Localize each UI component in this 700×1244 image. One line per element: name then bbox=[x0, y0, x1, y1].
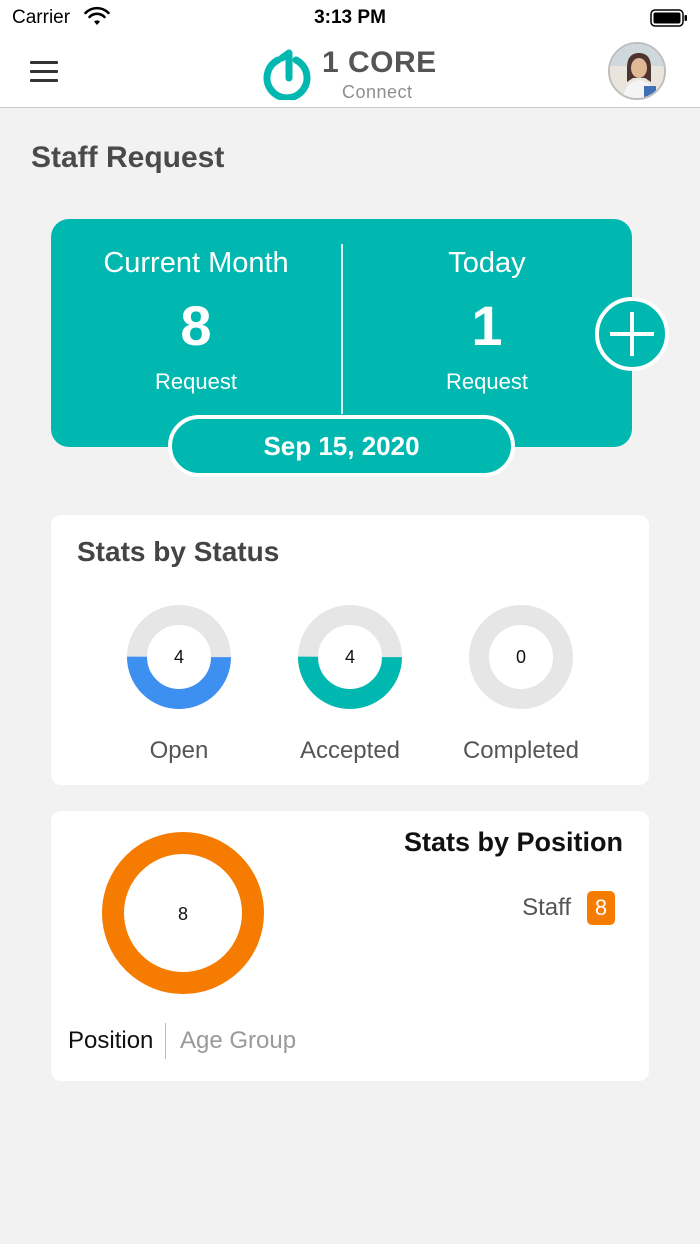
current-month-label: Current Month bbox=[103, 247, 289, 279]
clock: 3:13 PM bbox=[314, 7, 386, 28]
add-request-plus-icon[interactable] bbox=[595, 297, 669, 371]
open-status-label: Open bbox=[149, 737, 209, 764]
status-bar: Carrier 3:13 PM bbox=[0, 0, 700, 36]
today-sublabel: Request bbox=[446, 369, 528, 394]
open-status-donut: 4 bbox=[127, 605, 231, 709]
today-summary: Today 1 Request bbox=[342, 219, 632, 447]
current-month-count: 8 bbox=[180, 294, 212, 357]
completed-status-label: Completed bbox=[462, 737, 580, 764]
logo-title: 1 CORE bbox=[322, 46, 437, 79]
avatar-portrait-icon bbox=[610, 44, 664, 98]
accepted-status-value: 4 bbox=[345, 647, 355, 667]
accepted-status-donut: 4 bbox=[298, 605, 402, 709]
open-status-value: 4 bbox=[174, 647, 184, 667]
date-selector-button[interactable]: Sep 15, 2020 bbox=[168, 415, 515, 477]
tab-position[interactable]: Position bbox=[68, 1027, 153, 1055]
tab-age-group[interactable]: Age Group bbox=[180, 1027, 296, 1055]
power-logo-icon bbox=[263, 49, 311, 100]
legend-staff-label: Staff bbox=[522, 894, 571, 921]
stats-by-position-title: Stats by Position bbox=[403, 827, 623, 857]
app-logo: 1 CORE Connect bbox=[262, 42, 442, 102]
app-bar: 1 CORE Connect bbox=[0, 36, 700, 108]
completed-status-value: 0 bbox=[516, 647, 526, 667]
current-month-summary: Current Month 8 Request bbox=[51, 219, 341, 447]
hamburger-menu-icon[interactable] bbox=[30, 54, 66, 88]
legend-staff-badge: 8 bbox=[587, 891, 615, 925]
stats-by-status-card: Stats by Status 4 Open 4 Accepted 0 Comp… bbox=[51, 515, 649, 785]
stats-by-position-card: Stats by Position 8 Staff 8 Position Age… bbox=[51, 811, 649, 1081]
today-label: Today bbox=[448, 247, 526, 279]
current-month-sublabel: Request bbox=[155, 369, 237, 394]
accepted-status-label: Accepted bbox=[299, 737, 401, 764]
position-donut-chart: 8 bbox=[102, 832, 264, 994]
completed-status-donut: 0 bbox=[469, 605, 573, 709]
user-avatar[interactable] bbox=[608, 42, 666, 100]
page-title: Staff Request bbox=[31, 141, 225, 174]
position-total-value: 8 bbox=[178, 904, 188, 924]
request-summary-card: Current Month 8 Request Today 1 Request … bbox=[51, 219, 669, 477]
today-count: 1 bbox=[471, 294, 503, 357]
battery-icon bbox=[650, 9, 687, 27]
stats-by-status-title: Stats by Status bbox=[77, 536, 280, 567]
logo-subtitle: Connect bbox=[342, 82, 413, 102]
tab-divider bbox=[165, 1023, 166, 1059]
